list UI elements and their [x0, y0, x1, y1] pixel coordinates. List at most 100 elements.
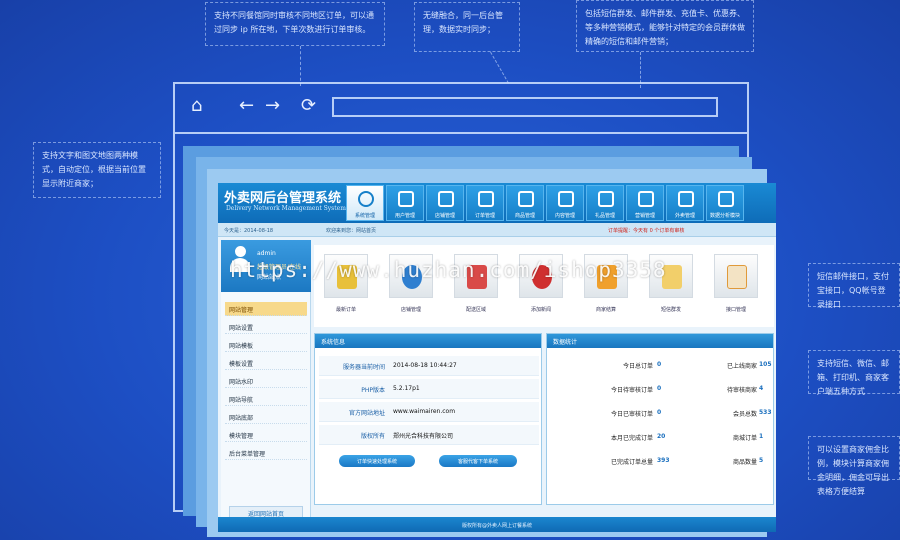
admin-app: 外卖网后台管理系统 Delivery Network Management Sy…	[218, 183, 776, 532]
menu-label: 外卖管理	[674, 213, 695, 219]
gear-icon	[358, 191, 374, 207]
stat-label: 会员总数	[732, 411, 757, 418]
stat-value: 533	[759, 409, 772, 416]
menu-marketing[interactable]: 营销管理	[626, 185, 664, 221]
callout-left: 支持文字和图文地图两种模式，自动定位，根据当前位置显示附近商家；	[33, 142, 161, 198]
stat-label: 今日总订单	[622, 363, 653, 370]
info-row: 服务器当前时间 2014-08-18 10:44:27	[319, 356, 539, 376]
address-bar[interactable]	[332, 97, 718, 117]
clock-icon	[598, 191, 614, 207]
sidebar-item[interactable]: 网站水印	[225, 374, 307, 388]
info-label: 版权所有	[360, 433, 385, 440]
quick-tile-label: 接口管理	[725, 307, 746, 313]
main-menu: 系统管理 用户管理 店铺管理 订单管理 商品管理 内容管理 礼品管理 营销管理 …	[346, 185, 744, 221]
arrow-right-icon[interactable]: →	[265, 96, 280, 116]
app-subtitle: Delivery Network Management System	[226, 205, 346, 212]
info-row: 官方网站地址 www.waimairen.com	[319, 402, 539, 422]
user-icon	[398, 191, 414, 207]
stat-label: 已完成订单总量	[610, 459, 653, 466]
stat-row: 已完成订单总量 393 商品数量 5	[547, 452, 775, 474]
stat-value: 4	[759, 385, 764, 392]
menu-orders[interactable]: 订单管理	[466, 185, 504, 221]
stat-row: 本月已完成订单 20 商城订单 1	[547, 428, 775, 450]
menu-users[interactable]: 用户管理	[386, 185, 424, 221]
quick-tile-label: 店铺管理	[400, 307, 421, 313]
document-icon	[727, 265, 747, 289]
sidebar-item[interactable]: 模板设置	[225, 356, 307, 370]
quick-tile-label: 配送区域	[465, 307, 486, 313]
menu-system[interactable]: 系统管理	[346, 185, 384, 221]
arrow-left-icon[interactable]: ←	[239, 96, 254, 116]
stat-label: 今日待审核订单	[610, 387, 653, 394]
quick-tile-label: 添加新闻	[530, 307, 551, 313]
welcome-text: 欢迎来到您：网站首页	[326, 228, 377, 234]
menu-analytics[interactable]: 数据分析模块	[706, 185, 744, 221]
info-value: 2014-08-18 10:44:27	[393, 362, 457, 369]
info-label: PHP版本	[361, 387, 385, 394]
quick-tile-label: 最新订单	[335, 307, 356, 313]
utensils-icon	[438, 191, 454, 207]
info-bar: 今天是：2014-08-18 欢迎来到您：网站首页 订单提醒：今天有 0 个订单…	[218, 223, 776, 237]
menu-gifts[interactable]: 礼品管理	[586, 185, 624, 221]
refresh-icon[interactable]: ⟳	[301, 96, 316, 116]
stat-value: 0	[657, 409, 662, 416]
cart-icon	[478, 191, 494, 207]
info-value: www.waimairen.com	[393, 408, 456, 415]
stat-row: 今日待审核订单 0 待审核商家 4	[547, 380, 775, 402]
stat-value: 393	[657, 457, 670, 464]
ball-icon	[518, 191, 534, 207]
sidebar-item[interactable]: 网站导航	[225, 392, 307, 406]
stat-value: 105	[759, 361, 772, 368]
menu-label: 系统管理	[354, 213, 375, 219]
menu-label: 店铺管理	[434, 213, 455, 219]
sidebar-item[interactable]: 网站设置	[225, 320, 307, 334]
order-alert[interactable]: 订单提醒：今天有 0 个订单有审核	[608, 227, 684, 234]
app-header: 外卖网后台管理系统 Delivery Network Management Sy…	[218, 183, 776, 223]
quick-tile[interactable]: 接口管理	[714, 254, 758, 324]
stats-panel: 数据统计 今日总订单 0 已上线商家 105 今日待审核订单 0 待审核商家 4…	[546, 333, 774, 505]
date-text: 今天是：2014-08-18	[224, 228, 274, 234]
sidebar-item[interactable]: 网站模板	[225, 338, 307, 352]
browser-toolbar: ⌂ ← → ⟳	[175, 84, 747, 134]
menu-label: 商品管理	[514, 213, 535, 219]
quick-order-button[interactable]: 订单快速处理系统	[339, 455, 415, 467]
info-label: 服务器当前时间	[342, 364, 385, 371]
menu-label: 礼品管理	[594, 213, 615, 219]
stat-value: 0	[657, 361, 662, 368]
service-order-button[interactable]: 客服代客下单系统	[439, 455, 517, 467]
home-icon[interactable]: ⌂	[191, 96, 202, 116]
menu-content[interactable]: 内容管理	[546, 185, 584, 221]
plane-icon	[678, 191, 694, 207]
sidebar-item[interactable]: 后台菜单管理	[225, 446, 307, 460]
watermark-text: https://www.huzhan.com/ishop3358	[230, 258, 667, 282]
stat-label: 商城订单	[732, 435, 757, 442]
callout-right-2: 支持短信、微信、邮箱、打印机、商家客户端五种方式	[808, 350, 900, 396]
menu-delivery[interactable]: 外卖管理	[666, 185, 704, 221]
menu-shops[interactable]: 店铺管理	[426, 185, 464, 221]
sidebar-item[interactable]: 网站管理	[225, 302, 307, 316]
stat-value: 5	[759, 457, 764, 464]
menu-label: 订单管理	[474, 213, 495, 219]
stat-value: 20	[657, 433, 666, 440]
stat-label: 已上线商家	[726, 363, 757, 370]
sidebar-item[interactable]: 模块管理	[225, 428, 307, 442]
tools-icon	[718, 191, 734, 207]
quick-tile-label: 商家结算	[595, 307, 616, 313]
app-title: 外卖网后台管理系统	[224, 191, 342, 206]
menu-label: 内容管理	[554, 213, 575, 219]
callout-top-left: 支持不同餐馆同时审核不同地区订单，可以通过同步 ip 所在地，下单次数进行订单审…	[205, 2, 385, 46]
menu-label: 用户管理	[394, 213, 415, 219]
edit-icon	[558, 191, 574, 207]
stat-row: 今日已审核订单 0 会员总数 533	[547, 404, 775, 426]
callout-top-right: 包括短信群发、邮件群发、充值卡、优惠券、等多种营销模式，能够针对特定的会员群体做…	[576, 0, 754, 52]
profile-name: admin	[257, 250, 276, 257]
info-value: 郑州光合科技有限公司	[393, 433, 454, 440]
quick-tile-label: 短信群发	[660, 307, 681, 313]
sidebar: admin 超级管理员/在线 网站站点 网站管理 网站设置 网站模板 模板设置 …	[221, 240, 311, 525]
system-info-panel: 系统信息 服务器当前时间 2014-08-18 10:44:27 PHP版本 5…	[314, 333, 542, 505]
app-footer: 版权所有@外卖人网上订餐系统	[218, 517, 776, 532]
stat-row: 今日总订单 0 已上线商家 105	[547, 356, 775, 378]
sidebar-item[interactable]: 网站底部	[225, 410, 307, 424]
stat-value: 1	[759, 433, 764, 440]
menu-products[interactable]: 商品管理	[506, 185, 544, 221]
